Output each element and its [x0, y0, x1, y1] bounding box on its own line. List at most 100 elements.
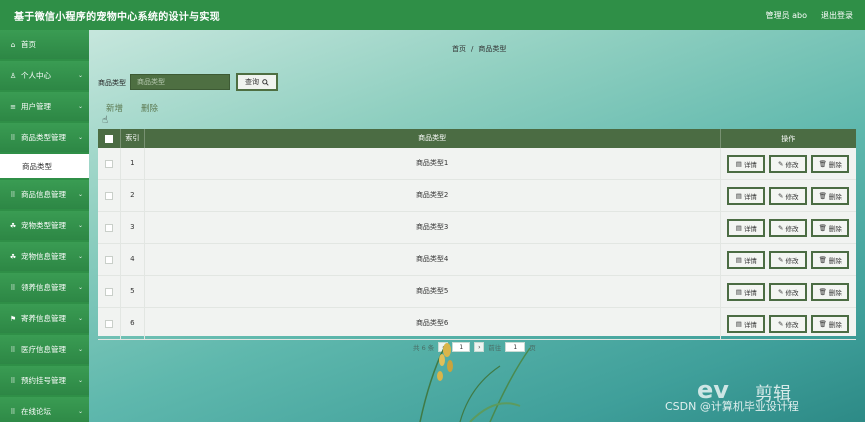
edit-button[interactable]: ✎ 修改: [769, 218, 808, 237]
chevron-down-icon: ⌄: [77, 408, 83, 415]
edit-icon: ✎: [778, 287, 784, 296]
detail-icon: ▤: [735, 255, 742, 264]
search-button-label: 查询: [245, 78, 259, 86]
grid-icon: ⠿: [10, 283, 16, 292]
logout-button[interactable]: 退出登录: [821, 10, 853, 21]
row-index: 4: [121, 244, 145, 275]
table-row: 5 商品类型5 ▤ 详情 ✎ 修改 🗑 删除: [98, 276, 856, 308]
sidebar-item-9[interactable]: ⚑ 寄养信息管理 ⌄: [0, 304, 89, 333]
sidebar-item-1[interactable]: ♙ 个人中心 ⌄: [0, 61, 89, 90]
prev-page-button[interactable]: ‹: [438, 342, 449, 352]
edit-label: 修改: [785, 192, 799, 201]
table-row: 1 商品类型1 ▤ 详情 ✎ 修改 🗑 删除: [98, 148, 856, 180]
page-suffix: 页: [529, 344, 536, 352]
search-button[interactable]: 查询: [236, 73, 278, 91]
watermark-ev: ev: [697, 376, 729, 404]
current-page-number[interactable]: 1: [452, 342, 471, 352]
detail-button[interactable]: ▤ 详情: [727, 218, 766, 237]
breadcrumb: 首页 / 商品类型: [452, 44, 506, 54]
sidebar-item-label: 宠物类型管理: [21, 221, 66, 230]
row-index: 2: [121, 180, 145, 211]
sidebar-item-label: 寄养信息管理: [21, 314, 66, 323]
row-actions: ▤ 详情 ✎ 修改 🗑 删除: [721, 218, 856, 237]
detail-button[interactable]: ▤ 详情: [727, 186, 766, 205]
detail-button[interactable]: ▤ 详情: [727, 250, 766, 269]
detail-icon: ▤: [735, 159, 742, 168]
row-index: 1: [121, 148, 145, 179]
sidebar-item-3[interactable]: ⠿ 商品类型管理 ⌄: [0, 123, 89, 152]
grid-icon: ⠿: [10, 345, 16, 354]
sidebar-item-12[interactable]: ⠿ 在线论坛 ⌄: [0, 397, 89, 422]
video-watermark: ev 剪辑 CSDN @计算机毕业设计程: [655, 376, 865, 422]
delete-label: 删除: [828, 256, 842, 265]
edit-button[interactable]: ✎ 修改: [769, 154, 808, 173]
sidebar-item-label: 用户管理: [21, 102, 51, 111]
row-checkbox[interactable]: [104, 191, 113, 200]
next-page-button[interactable]: ›: [474, 342, 485, 352]
delete-button[interactable]: 🗑 删除: [811, 282, 850, 301]
row-checkbox[interactable]: [104, 159, 113, 168]
delete-button[interactable]: 🗑 删除: [811, 218, 850, 237]
app-title: 基于微信小程序的宠物中心系统的设计与实现: [14, 11, 220, 23]
detail-icon: ▤: [735, 223, 742, 232]
header-ops: 操作: [781, 134, 796, 143]
table-row: 2 商品类型2 ▤ 详情 ✎ 修改 🗑 删除: [98, 180, 856, 212]
edit-label: 修改: [785, 288, 799, 297]
search-input[interactable]: [130, 74, 230, 90]
chevron-down-icon: ⌄: [77, 72, 83, 79]
edit-button[interactable]: ✎ 修改: [769, 282, 808, 301]
row-checkbox[interactable]: [104, 255, 113, 264]
row-name: 商品类型4: [145, 244, 721, 275]
delete-button[interactable]: 🗑 删除: [811, 186, 850, 205]
edit-button[interactable]: ✎ 修改: [769, 314, 808, 333]
grid-icon: ⠿: [10, 190, 16, 199]
sidebar-item-8[interactable]: ⠿ 领养信息管理 ⌄: [0, 273, 89, 302]
goto-page-input[interactable]: 1: [505, 342, 526, 352]
sidebar-item-label: 商品信息管理: [21, 190, 66, 199]
delete-button[interactable]: 🗑 删除: [811, 154, 850, 173]
delete-button[interactable]: 🗑 删除: [811, 314, 850, 333]
row-checkbox[interactable]: [104, 223, 113, 232]
edit-label: 修改: [785, 320, 799, 329]
detail-icon: ▤: [735, 287, 742, 296]
sidebar: ⌂ 首页 ♙ 个人中心 ⌄ ≡ 用户管理 ⌄ ⠿ 商品类型管理 ⌄ 商品类型 ⠿ 商品信息管理 ⌄ ☘ 宠物类型…: [0, 30, 89, 422]
detail-button[interactable]: ▤ 详情: [727, 314, 766, 333]
detail-label: 详情: [743, 224, 757, 233]
chevron-down-icon: ⌄: [77, 284, 83, 291]
delete-button[interactable]: 🗑 删除: [811, 250, 850, 269]
chevron-down-icon: ⌄: [77, 103, 83, 110]
trash-icon: 🗑: [818, 287, 827, 296]
sidebar-item-label: 医疗信息管理: [21, 345, 66, 354]
edit-icon: ✎: [778, 223, 784, 232]
table-row: 6 商品类型6 ▤ 详情 ✎ 修改 🗑 删除: [98, 308, 856, 340]
row-name: 商品类型3: [145, 212, 721, 243]
row-checkbox[interactable]: [104, 287, 113, 296]
delete-label: 删除: [828, 160, 842, 169]
edit-button[interactable]: ✎ 修改: [769, 186, 808, 205]
sidebar-item-label: 商品类型管理: [21, 133, 66, 142]
pet-icon: ☘: [9, 252, 17, 261]
sidebar-subitem-4[interactable]: 商品类型: [0, 154, 89, 178]
sidebar-item-5[interactable]: ⠿ 商品信息管理 ⌄: [0, 180, 89, 209]
sidebar-item-6[interactable]: ☘ 宠物类型管理 ⌄: [0, 211, 89, 240]
chevron-down-icon: ⌄: [77, 315, 83, 322]
sidebar-item-7[interactable]: ☘ 宠物信息管理 ⌄: [0, 242, 89, 271]
row-checkbox[interactable]: [104, 319, 113, 328]
batch-delete-button[interactable]: 删除: [141, 102, 158, 114]
sidebar-item-11[interactable]: ⠿ 预约挂号管理 ⌄: [0, 366, 89, 395]
sidebar-item-0[interactable]: ⌂ 首页: [0, 30, 89, 59]
select-all-checkbox[interactable]: [104, 134, 113, 143]
breadcrumb-home[interactable]: 首页: [452, 45, 466, 53]
detail-button[interactable]: ▤ 详情: [727, 154, 766, 173]
add-button[interactable]: 新增: [106, 102, 123, 114]
sidebar-item-2[interactable]: ≡ 用户管理 ⌄: [0, 92, 89, 121]
detail-label: 详情: [743, 320, 757, 329]
sidebar-item-10[interactable]: ⠿ 医疗信息管理 ⌄: [0, 335, 89, 364]
edit-button[interactable]: ✎ 修改: [769, 250, 808, 269]
detail-button[interactable]: ▤ 详情: [727, 282, 766, 301]
detail-icon: ▤: [735, 191, 742, 200]
detail-icon: ▤: [735, 319, 742, 328]
sidebar-subitem-label: 商品类型: [22, 161, 52, 171]
detail-label: 详情: [743, 288, 757, 297]
edit-icon: ✎: [778, 255, 784, 264]
